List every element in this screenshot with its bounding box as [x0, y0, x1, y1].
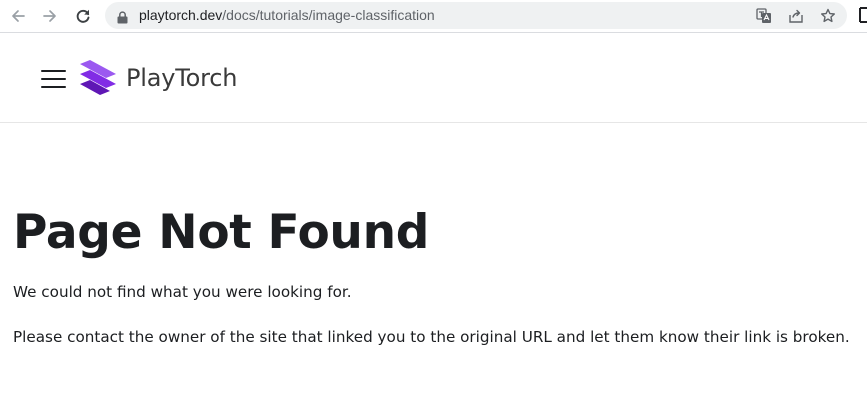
browser-toolbar: playtorch.dev/docs/tutorials/image-class…	[0, 0, 867, 33]
url-host: playtorch.dev	[139, 7, 223, 23]
playtorch-logo	[80, 60, 116, 95]
page-title: Page Not Found	[13, 205, 430, 260]
forward-arrow-icon[interactable]	[38, 4, 62, 28]
reload-icon[interactable]	[71, 4, 95, 28]
not-found-message: We could not find what you were looking …	[13, 283, 352, 301]
hamburger-menu-icon[interactable]	[41, 68, 67, 90]
url-path: /docs/tutorials/image-classification	[222, 7, 435, 23]
address-bar[interactable]: playtorch.dev/docs/tutorials/image-class…	[105, 2, 847, 29]
url-text[interactable]: playtorch.dev/docs/tutorials/image-class…	[139, 2, 435, 29]
share-icon[interactable]	[787, 7, 805, 25]
translate-icon[interactable]	[755, 7, 773, 25]
brand-name: PlayTorch	[126, 64, 238, 92]
back-arrow-icon[interactable]	[6, 4, 30, 28]
brand-link[interactable]: PlayTorch	[78, 60, 237, 96]
lock-icon[interactable]	[117, 9, 128, 28]
star-icon[interactable]	[819, 7, 837, 25]
contact-owner-message: Please contact the owner of the site tha…	[13, 328, 850, 346]
extension-icon[interactable]	[859, 7, 867, 23]
main-content: Page Not Found We could not find what yo…	[13, 200, 853, 348]
site-navbar: PlayTorch	[0, 33, 867, 123]
